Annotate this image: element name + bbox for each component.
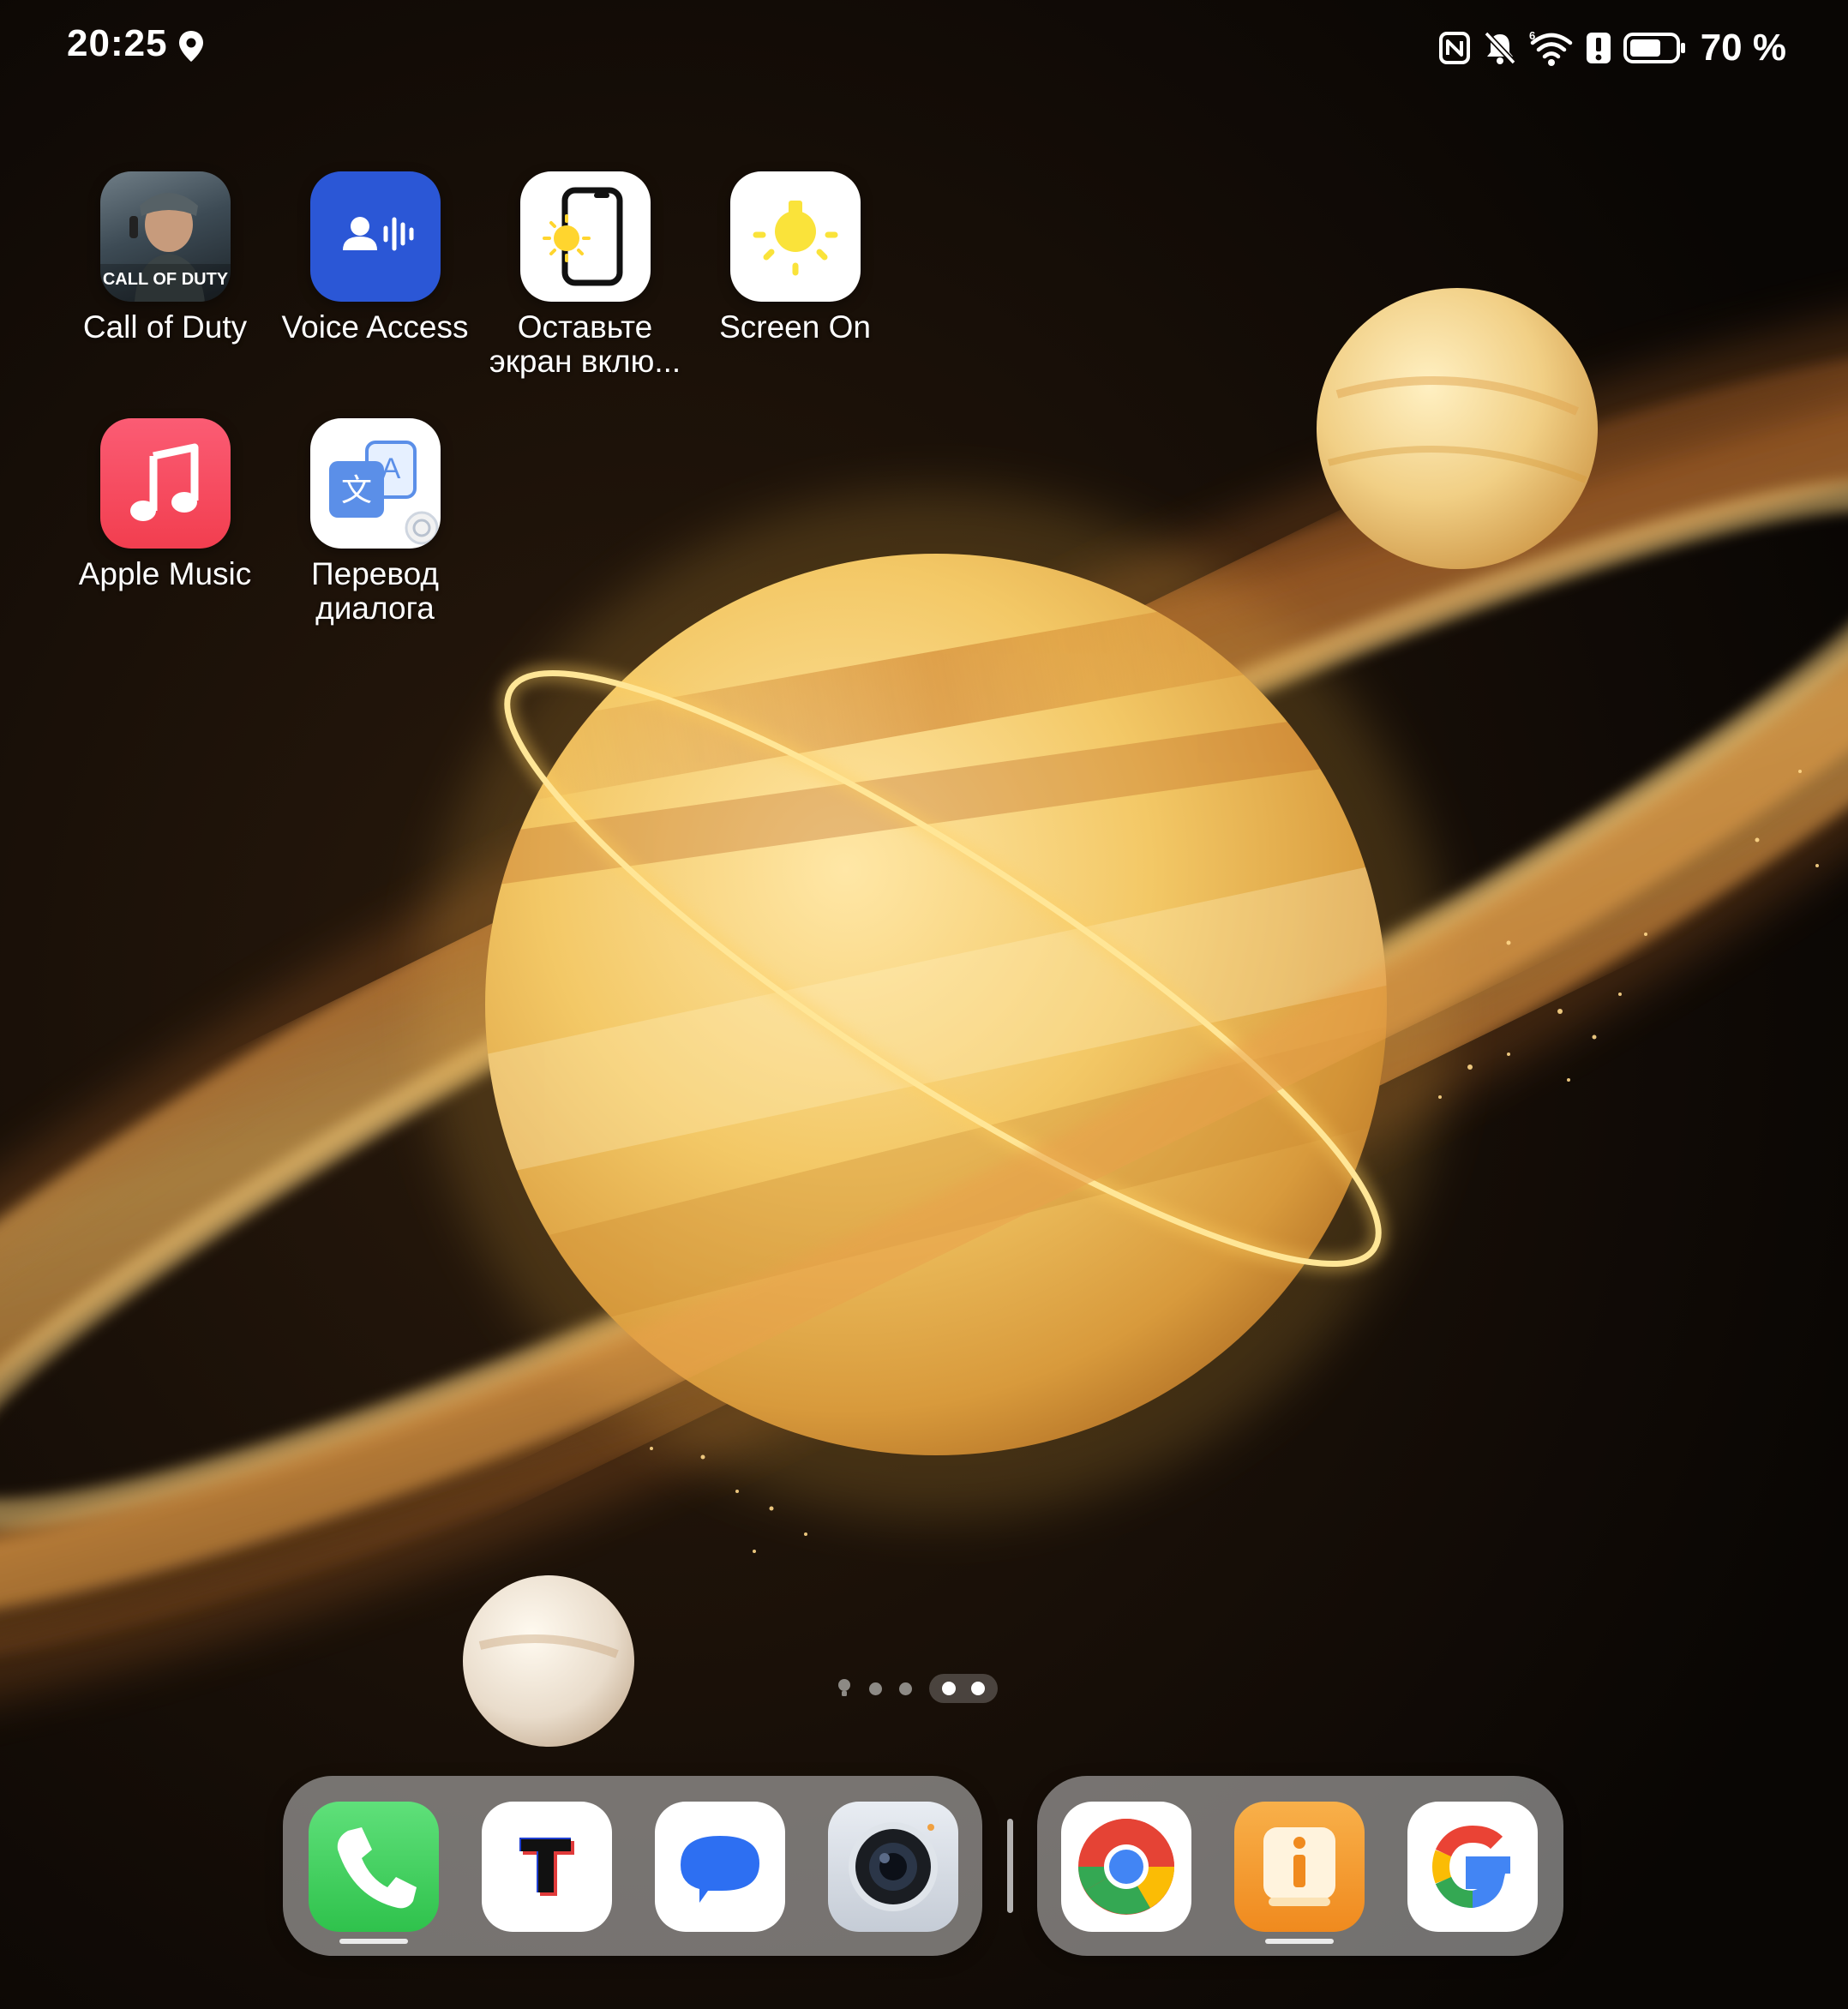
google-g-icon [1432, 1825, 1510, 1909]
status-icons: 6 70 % [1438, 22, 1786, 74]
battery-icon [1623, 33, 1685, 63]
chrome-icon [1078, 1819, 1174, 1915]
app-voice-access[interactable]: Voice Access [270, 171, 480, 345]
nfc-icon [1438, 32, 1470, 64]
app-label: Screen On [719, 309, 871, 345]
call-of-duty-icon: CALL OF DUTY [99, 171, 231, 302]
page-dot[interactable] [869, 1682, 882, 1695]
app-label: Voice Access [281, 309, 469, 345]
app-screen-on[interactable]: Screen On [690, 171, 900, 345]
phone-icon [337, 1827, 417, 1909]
app-dialog-translate[interactable]: A 文 Перевод диалога [270, 418, 480, 626]
dock-app-chrome[interactable] [1061, 1802, 1191, 1932]
keep-screen-on-icon [519, 171, 651, 302]
t-logo-icon [519, 1838, 574, 1896]
app-label: Оставьте экран вклю... [489, 309, 681, 379]
voice-access-icon [309, 171, 441, 302]
app-apple-music[interactable]: Apple Music [60, 418, 270, 591]
svg-text:文: 文 [340, 473, 371, 508]
app-label: Перевод диалога [311, 556, 439, 626]
running-indicator [339, 1939, 408, 1944]
svg-text:CALL OF DUTY: CALL OF DUTY [102, 270, 228, 289]
page-dot-active[interactable] [942, 1682, 956, 1695]
music-note-icon [99, 418, 231, 549]
bulb-small-icon [838, 1679, 850, 1696]
dock-app-phone[interactable] [309, 1802, 439, 1932]
dock-app-messages[interactable] [655, 1802, 785, 1932]
location-icon [179, 31, 203, 62]
app-call-of-duty[interactable]: CALL OF DUTY Call of Duty [60, 171, 270, 345]
page-dot[interactable] [899, 1682, 912, 1695]
camera-icon [849, 1822, 938, 1911]
page-dot-active[interactable] [971, 1682, 985, 1695]
dock-app-google[interactable] [1407, 1802, 1538, 1932]
svg-text:6: 6 [1529, 29, 1535, 42]
status-bar: 20:25 6 70 % [0, 0, 1848, 94]
page-indicator[interactable] [837, 1673, 998, 1704]
chat-bubble-icon [681, 1836, 759, 1903]
page-dot-active-group[interactable] [929, 1674, 998, 1703]
dock-left [283, 1776, 982, 1956]
dock-app-camera[interactable] [828, 1802, 958, 1932]
bell-muted-icon [1484, 31, 1516, 65]
app-label: Call of Duty [82, 309, 248, 345]
running-indicator [1265, 1939, 1334, 1944]
translate-icon: A 文 [309, 418, 441, 549]
dock-app-t-bank[interactable] [482, 1802, 612, 1932]
dock-right [1037, 1776, 1563, 1956]
svg-text:A: A [381, 453, 400, 485]
dock-app-info[interactable] [1234, 1802, 1365, 1932]
dock-separator [1007, 1819, 1013, 1913]
status-time: 20:25 [67, 22, 168, 64]
battery-percent: 70 % [1700, 27, 1786, 69]
info-i-icon [1263, 1827, 1335, 1906]
app-keep-screen-on[interactable]: Оставьте экран вклю... [480, 171, 690, 379]
app-label: Apple Music [78, 556, 252, 591]
screen-on-bulb-icon [729, 171, 861, 302]
alert-icon [1586, 33, 1611, 63]
wifi-icon: 6 [1529, 29, 1572, 66]
